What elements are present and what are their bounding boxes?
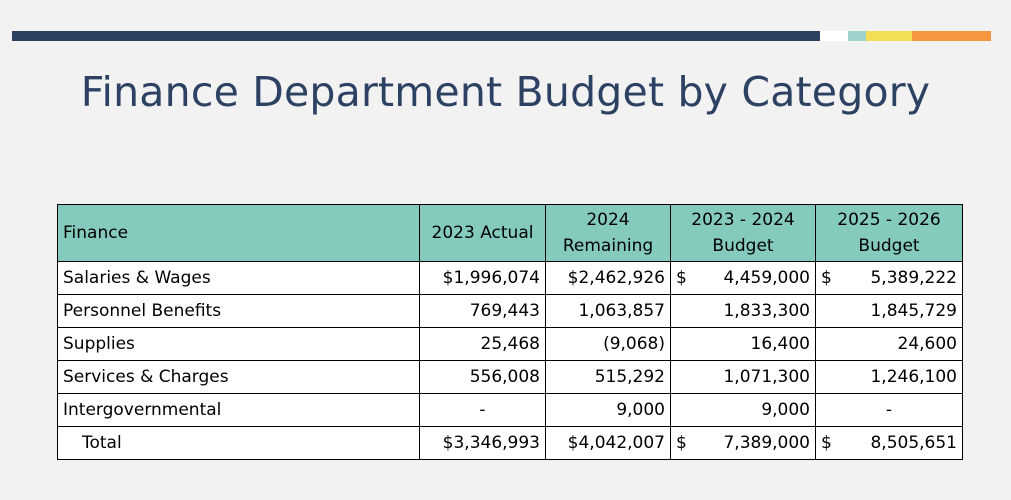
- header-finance: Finance: [57, 204, 420, 262]
- cell-value: 8,505,651: [870, 433, 957, 453]
- top-bar-yellow-segment: [866, 31, 912, 41]
- cell-2024-remaining: 515,292: [545, 360, 671, 394]
- table-row: Services & Charges 556,008 515,292 1,071…: [57, 360, 963, 394]
- cell-2023-2024-budget: 1,071,300: [670, 360, 816, 394]
- top-bar-teal-segment: [848, 31, 866, 41]
- table-header-row: Finance 2023 Actual 2024 Remaining 2023 …: [57, 204, 963, 262]
- currency-symbol: $: [676, 268, 687, 288]
- row-label: Salaries & Wages: [57, 261, 420, 295]
- table-row: Salaries & Wages $1,996,074 $2,462,926 $…: [57, 261, 963, 295]
- slide-title: Finance Department Budget by Category: [80, 68, 931, 116]
- cell-2025-2026-budget: -: [815, 393, 963, 427]
- top-bar-navy-segment: [12, 31, 820, 41]
- cell-2025-2026-budget: $ 5,389,222: [815, 261, 963, 295]
- table-row: Intergovernmental - 9,000 9,000 -: [57, 393, 963, 427]
- row-label: Services & Charges: [57, 360, 420, 394]
- budget-table: Finance 2023 Actual 2024 Remaining 2023 …: [57, 204, 963, 460]
- total-2024-remaining: $4,042,007: [545, 426, 671, 460]
- header-2025-2026-budget: 2025 - 2026 Budget: [815, 204, 963, 262]
- currency-symbol: $: [676, 433, 687, 453]
- cell-2025-2026-budget: 1,845,729: [815, 294, 963, 328]
- header-2023-2024-budget: 2023 - 2024 Budget: [670, 204, 816, 262]
- slide: Finance Department Budget by Category Fi…: [0, 0, 1011, 500]
- cell-2025-2026-budget: 1,246,100: [815, 360, 963, 394]
- cell-2023-2024-budget: 16,400: [670, 327, 816, 361]
- total-label: Total: [57, 426, 420, 460]
- cell-2023-actual: -: [419, 393, 546, 427]
- cell-value: 5,389,222: [870, 268, 957, 288]
- header-2023-actual: 2023 Actual: [419, 204, 546, 262]
- row-label: Supplies: [57, 327, 420, 361]
- total-2025-2026-budget: $ 8,505,651: [815, 426, 963, 460]
- top-bar-orange-segment: [912, 31, 991, 41]
- currency-symbol: $: [821, 268, 832, 288]
- cell-2023-actual: 556,008: [419, 360, 546, 394]
- total-2023-2024-budget: $ 7,389,000: [670, 426, 816, 460]
- decorative-top-bar: [12, 31, 995, 41]
- header-2024-remaining-line2: Remaining: [562, 236, 654, 256]
- total-2023-actual: $3,346,993: [419, 426, 546, 460]
- table-row: Supplies 25,468 (9,068) 16,400 24,600: [57, 327, 963, 361]
- cell-value: 4,459,000: [723, 268, 810, 288]
- cell-2023-actual: $1,996,074: [419, 261, 546, 295]
- cell-2023-actual: 25,468: [419, 327, 546, 361]
- table-total-row: Total $3,346,993 $4,042,007 $ 7,389,000 …: [57, 426, 963, 460]
- cell-2023-actual: 769,443: [419, 294, 546, 328]
- header-2023-2024-budget-line1: 2023 - 2024: [691, 210, 795, 230]
- row-label: Intergovernmental: [57, 393, 420, 427]
- cell-2024-remaining: 1,063,857: [545, 294, 671, 328]
- header-2024-remaining-line1: 2024: [586, 210, 630, 230]
- cell-2023-2024-budget: $ 4,459,000: [670, 261, 816, 295]
- cell-2024-remaining: (9,068): [545, 327, 671, 361]
- cell-value: 7,389,000: [723, 433, 810, 453]
- cell-2023-2024-budget: 1,833,300: [670, 294, 816, 328]
- row-label: Personnel Benefits: [57, 294, 420, 328]
- header-2025-2026-budget-line1: 2025 - 2026: [837, 210, 941, 230]
- cell-2023-2024-budget: 9,000: [670, 393, 816, 427]
- header-2025-2026-budget-line2: Budget: [858, 236, 920, 256]
- header-2023-2024-budget-line2: Budget: [712, 236, 774, 256]
- cell-2024-remaining: 9,000: [545, 393, 671, 427]
- cell-2024-remaining: $2,462,926: [545, 261, 671, 295]
- table-row: Personnel Benefits 769,443 1,063,857 1,8…: [57, 294, 963, 328]
- header-2024-remaining: 2024 Remaining: [545, 204, 671, 262]
- top-bar-white-segment: [820, 31, 848, 41]
- cell-2025-2026-budget: 24,600: [815, 327, 963, 361]
- currency-symbol: $: [821, 433, 832, 453]
